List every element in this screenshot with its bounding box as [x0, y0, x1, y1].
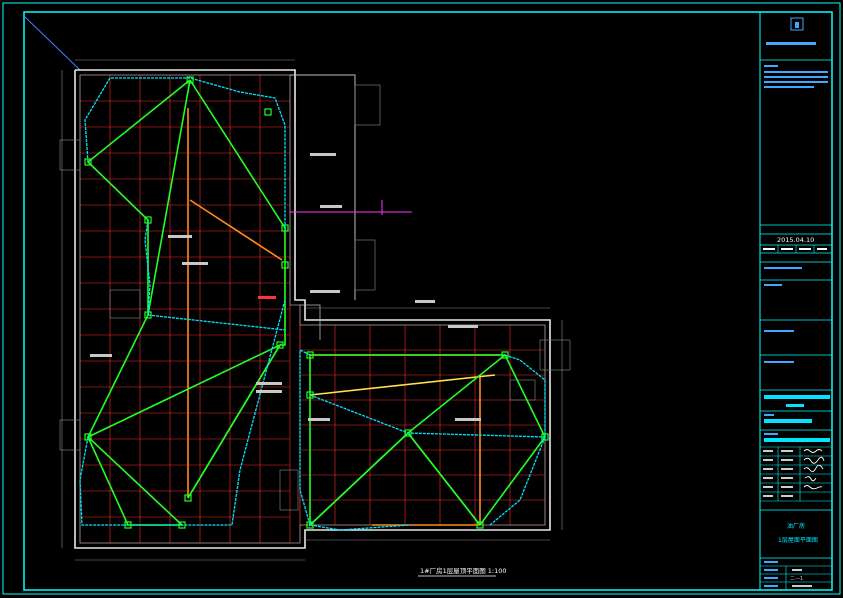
drain-pipe-magenta	[290, 200, 412, 215]
outer-frame	[2, 2, 841, 595]
design-notes	[764, 65, 828, 88]
floor-plan: 1#厂房1层屋顶平面图 1:100	[59, 59, 571, 577]
drain-pipe-orange	[187, 108, 500, 526]
plan-caption: 1#厂房1层屋顶平面图 1:100	[420, 566, 507, 575]
project-title: 油厂房	[787, 522, 805, 530]
corner-diagonal	[23, 15, 81, 71]
client-name-bar	[764, 395, 830, 399]
title-block: 2015.04.10 油厂房 1层屋面平面图 二—1	[759, 11, 833, 591]
project-name-bar	[764, 419, 812, 423]
drain-pipe-green	[86, 79, 546, 527]
cad-drawing-canvas: 1#厂房1层屋顶平面图 1:100 2015.04.10 油厂房 1层屋面平面图…	[2, 2, 841, 595]
drawing-title: 1层屋面平面图	[778, 537, 818, 544]
dimension-lines	[59, 59, 571, 561]
roof-drain-node	[264, 108, 272, 116]
sheet-number: 二—1	[790, 576, 803, 582]
roof-drains	[84, 76, 549, 529]
company-name-bar	[766, 42, 816, 45]
signature-table	[760, 446, 832, 502]
issue-date: 2015.04.10	[777, 236, 814, 244]
